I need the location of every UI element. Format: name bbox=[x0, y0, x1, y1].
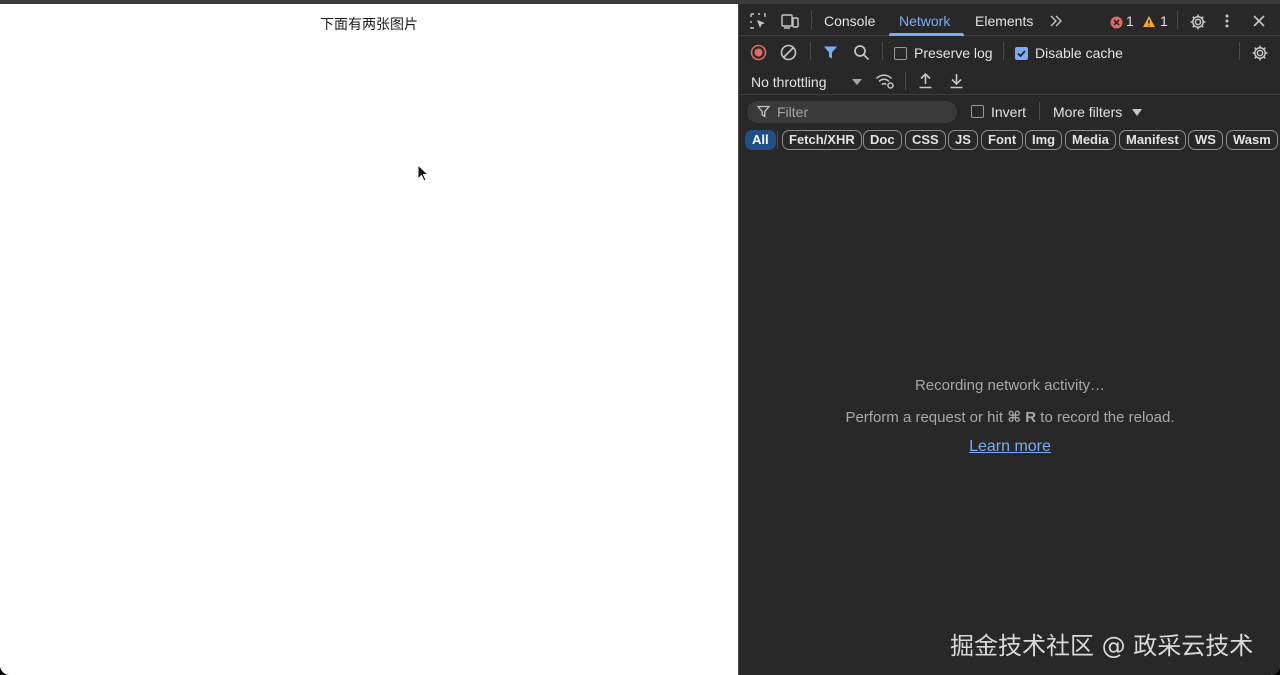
empty-state-hint-prefix: Perform a request or hit bbox=[845, 409, 1008, 426]
error-count[interactable]: 1 bbox=[1126, 4, 1134, 36]
devtools-panel: Console Network Elements 1 1 Preserve lo… bbox=[738, 4, 1280, 675]
warning-count[interactable]: 1 bbox=[1160, 4, 1168, 36]
toolbar-separator bbox=[1039, 102, 1040, 120]
more-filters-button[interactable]: More filters bbox=[1053, 104, 1122, 120]
browser-window: 下面有两张图片 Console Network Elements 1 1 Pre… bbox=[0, 0, 1280, 675]
throttling-row: No throttling bbox=[739, 66, 1280, 95]
reload-shortcut: ⌘ R bbox=[1007, 409, 1037, 426]
network-conditions-icon[interactable] bbox=[875, 73, 895, 89]
type-filter-js[interactable]: JS bbox=[948, 130, 978, 150]
toolbar-separator bbox=[810, 42, 811, 60]
filter-input[interactable] bbox=[777, 103, 947, 121]
type-filter-wasm[interactable]: Wasm bbox=[1226, 130, 1278, 150]
warning-icon[interactable] bbox=[1142, 15, 1156, 28]
learn-more-row: Learn more bbox=[739, 438, 1280, 456]
devtools-tab-bar: Console Network Elements 1 1 bbox=[739, 4, 1280, 36]
toolbar-separator bbox=[1003, 42, 1004, 60]
type-filter-fetch-xhr[interactable]: Fetch/XHR bbox=[782, 130, 862, 150]
network-toolbar: Preserve log Disable cache bbox=[739, 36, 1280, 66]
download-icon[interactable] bbox=[949, 72, 964, 89]
invert-checkbox[interactable] bbox=[971, 105, 984, 118]
filter-icon bbox=[757, 105, 770, 118]
type-filter-manifest[interactable]: Manifest bbox=[1119, 130, 1186, 150]
type-filter-img[interactable]: Img bbox=[1025, 130, 1063, 150]
upload-icon[interactable] bbox=[918, 72, 933, 89]
empty-state-hint-suffix: to record the reload. bbox=[1036, 409, 1175, 426]
dropdown-arrow-icon[interactable] bbox=[852, 79, 862, 85]
device-toolbar-icon[interactable] bbox=[780, 12, 800, 30]
error-icon[interactable] bbox=[1110, 16, 1123, 29]
type-filter-ws[interactable]: WS bbox=[1188, 130, 1223, 150]
network-settings-icon[interactable] bbox=[1251, 44, 1269, 62]
tab-elements[interactable]: Elements bbox=[975, 4, 1033, 36]
empty-state-title: Recording network activity… bbox=[914, 377, 1106, 394]
toolbar-separator bbox=[1177, 11, 1178, 29]
inspect-element-icon[interactable] bbox=[749, 12, 767, 30]
toolbar-separator bbox=[777, 131, 778, 149]
page-viewport: 下面有两张图片 bbox=[0, 4, 738, 675]
type-filter-font[interactable]: Font bbox=[981, 130, 1024, 150]
tab-network[interactable]: Network bbox=[899, 4, 950, 36]
page-text: 下面有两张图片 bbox=[320, 17, 418, 33]
toolbar-separator bbox=[905, 72, 906, 90]
filter-funnel-icon[interactable] bbox=[823, 45, 838, 60]
settings-icon[interactable] bbox=[1189, 13, 1207, 31]
search-icon[interactable] bbox=[853, 44, 870, 61]
toolbar-separator bbox=[1239, 42, 1240, 60]
preserve-log-checkbox[interactable] bbox=[894, 47, 907, 60]
disable-cache-label[interactable]: Disable cache bbox=[1035, 45, 1123, 61]
invert-label[interactable]: Invert bbox=[991, 104, 1026, 120]
tab-console[interactable]: Console bbox=[824, 4, 875, 36]
more-filters-arrow-icon[interactable] bbox=[1132, 109, 1142, 116]
filter-box[interactable] bbox=[747, 101, 957, 123]
learn-more-link[interactable]: Learn more bbox=[969, 438, 1051, 455]
disable-cache-checkbox[interactable] bbox=[1015, 47, 1028, 60]
preserve-log-label[interactable]: Preserve log bbox=[914, 45, 993, 61]
record-icon[interactable] bbox=[750, 44, 767, 61]
type-filter-media[interactable]: Media bbox=[1065, 130, 1116, 150]
close-icon[interactable] bbox=[1252, 14, 1266, 28]
throttling-select[interactable]: No throttling bbox=[751, 74, 826, 90]
more-tabs-icon[interactable] bbox=[1049, 14, 1063, 28]
watermark: 掘金技术社区 @ 政采云技术 bbox=[950, 632, 1254, 660]
toolbar-separator bbox=[811, 11, 812, 29]
type-filter-all[interactable]: All bbox=[745, 130, 776, 150]
toolbar-separator bbox=[882, 42, 883, 60]
kebab-menu-icon[interactable] bbox=[1223, 13, 1231, 29]
clear-icon[interactable] bbox=[780, 44, 797, 61]
type-filter-doc[interactable]: Doc bbox=[863, 130, 902, 150]
type-filter-css[interactable]: CSS bbox=[905, 130, 946, 150]
mouse-cursor-icon bbox=[417, 164, 430, 182]
empty-state-hint: Perform a request or hit ⌘ R to record t… bbox=[739, 408, 1280, 426]
